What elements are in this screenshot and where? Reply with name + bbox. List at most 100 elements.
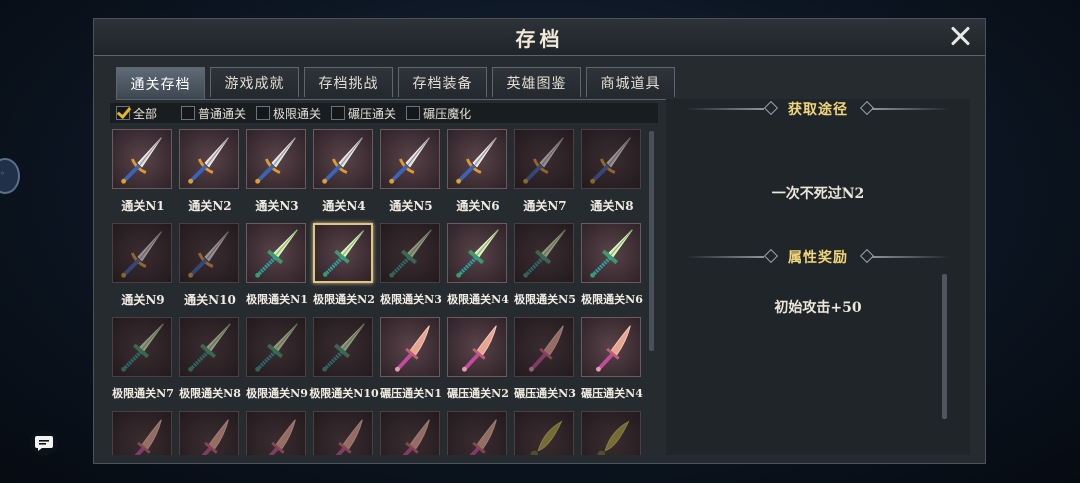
item-slot[interactable]: [380, 129, 440, 189]
checkbox-icon[interactable]: [331, 106, 346, 120]
tab-1[interactable]: 通关存档: [116, 67, 205, 99]
item-slot[interactable]: [581, 223, 641, 283]
item-slot[interactable]: [447, 129, 507, 189]
item-slot[interactable]: [179, 223, 239, 283]
panel-title: 存档: [515, 27, 564, 51]
item-slot[interactable]: [380, 317, 440, 377]
tab-6[interactable]: 商城道具: [586, 67, 675, 97]
item-slot[interactable]: [581, 317, 641, 377]
archive-item[interactable]: 极限通关N8: [179, 317, 241, 411]
filter-checkbox-5[interactable]: 碾压魔化: [406, 105, 471, 122]
checkbox-icon[interactable]: [406, 106, 421, 120]
archive-item[interactable]: 通关N5: [380, 129, 442, 223]
item-slot[interactable]: [447, 411, 507, 455]
item-slot[interactable]: [581, 129, 641, 189]
tab-3[interactable]: 存档挑战: [304, 67, 393, 97]
item-slot[interactable]: [380, 223, 440, 283]
item-slot[interactable]: [514, 129, 574, 189]
archive-item[interactable]: [447, 411, 509, 455]
filter-checkbox-2[interactable]: 普通通关: [181, 105, 246, 122]
chat-button[interactable]: [30, 430, 58, 456]
archive-item[interactable]: [581, 411, 643, 455]
archive-item[interactable]: [514, 411, 576, 455]
archive-item[interactable]: 通关N3: [246, 129, 308, 223]
item-slot[interactable]: [313, 411, 373, 455]
archive-item[interactable]: 碾压通关N1: [380, 317, 442, 411]
close-icon[interactable]: [947, 22, 973, 50]
filter-checkbox-4[interactable]: 碾压通关: [331, 105, 396, 122]
tab-5[interactable]: 英雄图鉴: [492, 67, 581, 97]
item-slot[interactable]: [179, 129, 239, 189]
archive-item[interactable]: 极限通关N1: [246, 223, 308, 317]
item-slot[interactable]: [581, 411, 641, 455]
archive-item[interactable]: 极限通关N9: [246, 317, 308, 411]
archive-item[interactable]: 通关N6: [447, 129, 509, 223]
item-slot[interactable]: [246, 223, 306, 283]
filter-checkbox-3[interactable]: 极限通关: [256, 105, 321, 122]
archive-item[interactable]: 通关N9: [112, 223, 174, 317]
item-slot[interactable]: [313, 223, 373, 283]
chat-bubble-icon: [35, 436, 53, 451]
item-slot[interactable]: [112, 129, 172, 189]
archive-item[interactable]: 通关N4: [313, 129, 375, 223]
item-slot[interactable]: [112, 411, 172, 455]
checkmark-icon[interactable]: [116, 106, 130, 120]
checkbox-icon[interactable]: [181, 106, 196, 120]
item-slot[interactable]: [246, 411, 306, 455]
item-slot[interactable]: [179, 411, 239, 455]
item-slot[interactable]: [179, 317, 239, 377]
item-slot[interactable]: [112, 223, 172, 283]
item-slot[interactable]: [514, 223, 574, 283]
blue-sword-icon: [121, 231, 162, 278]
item-slot[interactable]: [447, 223, 507, 283]
item-label: 通关N1: [121, 199, 165, 213]
tab-4[interactable]: 存档装备: [398, 67, 487, 97]
item-slot[interactable]: [447, 317, 507, 377]
archive-item[interactable]: 通关N2: [179, 129, 241, 223]
archive-item[interactable]: [380, 411, 442, 455]
archive-item[interactable]: [246, 411, 308, 455]
item-label: 通关N3: [255, 199, 299, 213]
item-label: 通关N2: [188, 199, 232, 213]
archive-item[interactable]: 极限通关N6: [581, 223, 643, 317]
archive-item[interactable]: 通关N1: [112, 129, 174, 223]
rose-dagger-icon: [134, 419, 162, 455]
archive-item[interactable]: 极限通关N10: [309, 317, 379, 411]
item-slot[interactable]: [246, 317, 306, 377]
item-slot[interactable]: [514, 411, 574, 455]
archive-item[interactable]: 碾压通关N4: [581, 317, 643, 411]
rose-dagger-icon: [469, 419, 497, 455]
archive-item[interactable]: [179, 411, 241, 455]
item-slot[interactable]: [313, 317, 373, 377]
item-slot[interactable]: [380, 411, 440, 455]
rose-dagger-icon: [596, 325, 631, 372]
archive-item[interactable]: 极限通关N5: [514, 223, 576, 317]
archive-panel: 存档 通关存档 游戏成就 存档挑战 存档装备 英雄图鉴 商城道具 全部 普通通关 极限通关 碾压…: [93, 18, 986, 464]
archive-item[interactable]: [313, 411, 375, 455]
item-label: 极限通关N10: [309, 387, 379, 400]
item-label: 极限通关N8: [179, 387, 241, 400]
archive-item[interactable]: 碾压通关N2: [447, 317, 509, 411]
filter-checkbox-1[interactable]: 全部: [116, 105, 157, 122]
item-slot[interactable]: [514, 317, 574, 377]
archive-item[interactable]: 极限通关N2: [313, 223, 375, 317]
archive-item[interactable]: 通关N7: [514, 129, 576, 223]
filter-label: 普通通关: [198, 106, 247, 121]
archive-item[interactable]: 极限通关N3: [380, 223, 442, 317]
archive-item[interactable]: 极限通关N4: [447, 223, 509, 317]
tab-bar: 通关存档 游戏成就 存档挑战 存档装备 英雄图鉴 商城道具: [116, 67, 675, 99]
tab-2[interactable]: 游戏成就: [210, 67, 299, 97]
rose-dagger-icon: [402, 419, 430, 455]
archive-item[interactable]: 碾压通关N3: [514, 317, 576, 411]
detail-scrollbar[interactable]: [942, 274, 947, 419]
archive-item[interactable]: [112, 411, 174, 455]
item-slot[interactable]: [112, 317, 172, 377]
checkbox-icon[interactable]: [256, 106, 271, 120]
archive-item[interactable]: 极限通关N7: [112, 317, 174, 411]
side-float-button[interactable]: ◦: [0, 158, 20, 194]
item-slot[interactable]: [313, 129, 373, 189]
item-slot[interactable]: [246, 129, 306, 189]
grid-scrollbar[interactable]: [649, 131, 654, 351]
archive-item[interactable]: 通关N10: [179, 223, 241, 317]
archive-item[interactable]: 通关N8: [581, 129, 643, 223]
